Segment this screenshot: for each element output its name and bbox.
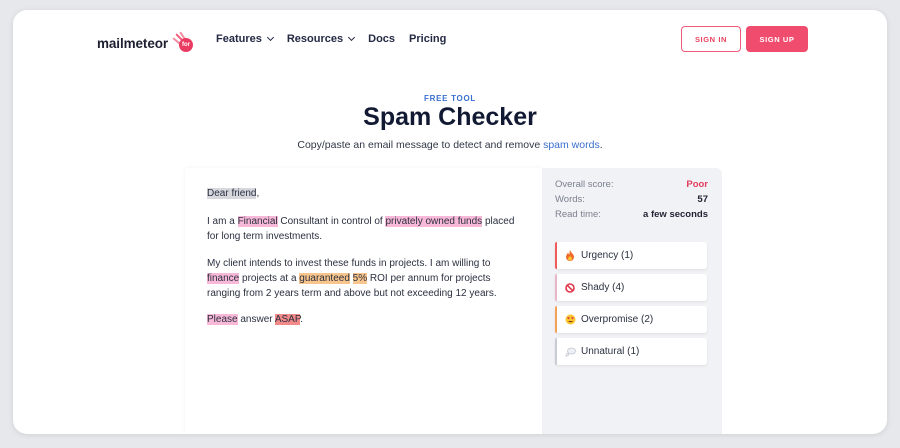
eyebrow-label: FREE TOOL [424, 94, 476, 103]
page-card: mailmeteor for Features Resources Docs P… [13, 10, 887, 434]
editor-text: I am a [207, 216, 238, 227]
category-color-bar [555, 274, 557, 301]
category-label: Unnatural (1) [581, 346, 640, 357]
brand-name: mailmeteor [97, 35, 169, 51]
category-label: Overpromise (2) [581, 314, 654, 325]
page-title: Spam Checker [363, 103, 537, 131]
heart-eyes-icon [564, 314, 576, 326]
editor-paragraph: Please answer ASAP. [207, 312, 517, 327]
spam-words-link[interactable]: spam words [543, 139, 600, 151]
category-label: Shady (4) [581, 282, 625, 293]
nav-docs[interactable]: Docs [368, 33, 395, 45]
category-color-bar [555, 242, 557, 269]
main-menu: Features Resources Docs Pricing [216, 33, 460, 45]
editor-text: . [300, 314, 303, 325]
read-time-row: Read time: a few seconds [555, 209, 708, 220]
nav-resources[interactable]: Resources [286, 33, 356, 45]
category-urgency[interactable]: Urgency (1) [555, 242, 707, 269]
subtitle-end: . [599, 139, 603, 151]
subtitle-text: Copy/paste an email message to detect an… [297, 139, 544, 151]
chevron-down-icon [266, 33, 274, 42]
words-value: 57 [697, 194, 708, 205]
category-shady[interactable]: Shady (4) [555, 274, 707, 301]
words-row: Words: 57 [555, 194, 708, 205]
spam-word-highlight[interactable]: Financial [237, 216, 278, 227]
overall-score-row: Overall score: Poor [555, 179, 708, 190]
meteor-icon: for [169, 28, 195, 54]
email-editor[interactable]: Dear friend, I am a Financial Consultant… [185, 168, 542, 434]
nav-resources-label: Resources [286, 33, 344, 45]
category-unnatural[interactable]: Unnatural (1) [555, 338, 707, 365]
spam-word-highlight[interactable]: 5% [352, 273, 368, 284]
results-panel: Overall score: Poor Words: 57 Read time:… [542, 168, 722, 434]
editor-paragraph: Dear friend, [207, 186, 517, 201]
fire-icon [564, 250, 576, 262]
spam-word-highlight[interactable]: Please [207, 314, 238, 325]
nav-pricing[interactable]: Pricing [409, 33, 446, 45]
words-label: Words: [555, 194, 585, 205]
editor-paragraph: My client intends to invest these funds … [207, 256, 517, 301]
category-color-bar [555, 306, 557, 333]
sign-in-button[interactable]: SIGN IN [681, 26, 741, 52]
nav-features-label: Features [216, 33, 262, 45]
spam-word-highlight[interactable]: finance [207, 273, 240, 284]
spam-word-highlight[interactable]: guaranteed [299, 273, 350, 284]
brand-badge: for [179, 38, 194, 52]
nav-pricing-label: Pricing [409, 33, 447, 45]
editor-text: , [256, 188, 260, 199]
nav-docs-label: Docs [368, 33, 396, 45]
page-subtitle: Copy/paste an email message to detect an… [13, 139, 887, 151]
chevron-down-icon [348, 33, 356, 42]
spam-word-highlight[interactable]: privately owned funds [385, 216, 483, 227]
thought-bubble-icon [564, 346, 576, 358]
editor-text: answer [237, 314, 275, 325]
sign-up-button[interactable]: SIGN UP [746, 26, 808, 52]
prohibited-icon [564, 282, 576, 294]
spam-word-highlight[interactable]: Dear friend [207, 188, 257, 199]
top-nav: mailmeteor for Features Resources Docs P… [13, 10, 887, 70]
editor-paragraph: I am a Financial Consultant in control o… [207, 214, 517, 244]
spam-word-highlight[interactable]: ASAP [274, 314, 301, 325]
overall-score-value: Poor [686, 179, 708, 190]
editor-text: Consultant in control of [277, 216, 386, 227]
editor-text: projects at a [239, 273, 300, 284]
overall-score-label: Overall score: [555, 179, 614, 190]
brand-logo[interactable]: mailmeteor for [97, 31, 195, 54]
category-color-bar [555, 338, 557, 365]
nav-features[interactable]: Features [216, 33, 274, 45]
read-time-label: Read time: [555, 209, 601, 220]
category-label: Urgency (1) [581, 250, 634, 261]
read-time-value: a few seconds [643, 209, 708, 220]
category-overpromise[interactable]: Overpromise (2) [555, 306, 707, 333]
editor-text: My client intends to invest these funds … [207, 258, 491, 269]
